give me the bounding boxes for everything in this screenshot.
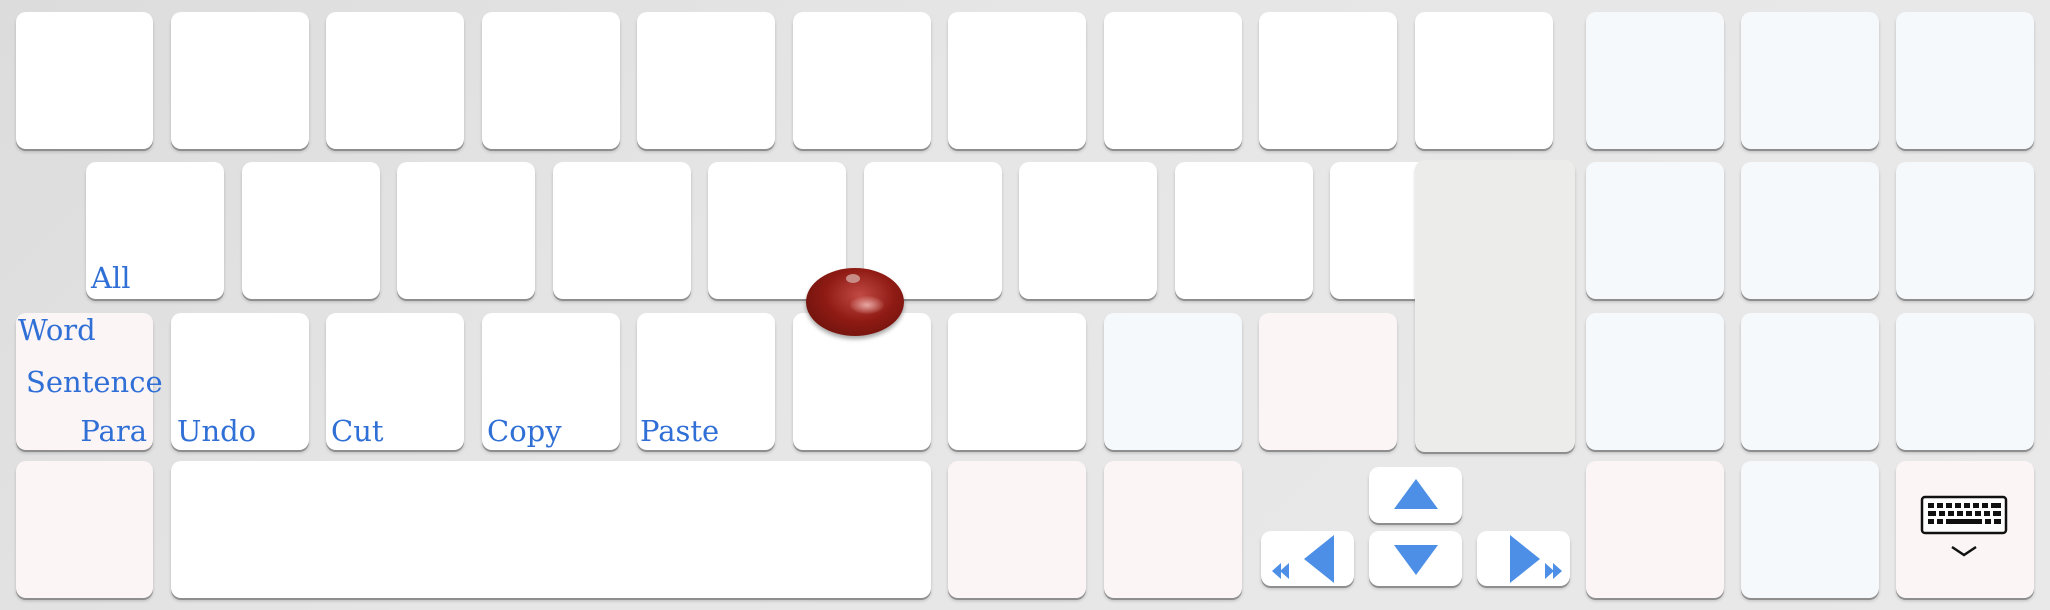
end-mini-icon-2 bbox=[1553, 563, 1562, 579]
key-r1-6[interactable] bbox=[793, 12, 931, 149]
cut-label: Cut bbox=[331, 414, 384, 448]
home-mini-icon-2 bbox=[1280, 563, 1289, 579]
key-r1-13[interactable] bbox=[1896, 12, 2034, 149]
key-r3-12[interactable] bbox=[1741, 313, 1879, 450]
key-r3-13[interactable] bbox=[1896, 313, 2034, 450]
enter-key[interactable] bbox=[1415, 160, 1575, 452]
space-bar[interactable] bbox=[171, 461, 931, 598]
paste-key[interactable]: Paste bbox=[637, 313, 775, 450]
arrow-down-key[interactable] bbox=[1369, 531, 1462, 586]
arrow-up-key[interactable] bbox=[1369, 467, 1462, 523]
key-r1-4[interactable] bbox=[482, 12, 620, 149]
hide-keyboard-key[interactable] bbox=[1896, 461, 2034, 598]
key-r1-8[interactable] bbox=[1104, 12, 1242, 149]
key-r3-7[interactable] bbox=[948, 313, 1086, 450]
key-r3-9[interactable] bbox=[1259, 313, 1397, 450]
arrow-left-icon bbox=[1304, 535, 1334, 583]
key-r1-3[interactable] bbox=[326, 12, 464, 149]
key-r2-11[interactable] bbox=[1586, 162, 1724, 299]
key-r3-11[interactable] bbox=[1586, 313, 1724, 450]
key-r4-3[interactable] bbox=[948, 461, 1086, 598]
key-r2-3[interactable] bbox=[397, 162, 535, 299]
paste-label: Paste bbox=[640, 414, 720, 448]
copy-label: Copy bbox=[487, 414, 562, 448]
arrow-down-icon bbox=[1394, 545, 1438, 575]
arrow-up-icon bbox=[1394, 479, 1438, 509]
select-all-label: All bbox=[91, 261, 131, 295]
pointer-ball bbox=[806, 268, 904, 336]
copy-key[interactable]: Copy bbox=[482, 313, 620, 450]
key-r4-4[interactable] bbox=[1104, 461, 1242, 598]
key-r1-10[interactable] bbox=[1415, 12, 1553, 149]
key-r1-2[interactable] bbox=[171, 12, 309, 149]
key-r2-13[interactable] bbox=[1896, 162, 2034, 299]
key-r2-7[interactable] bbox=[1019, 162, 1157, 299]
undo-key[interactable]: Undo bbox=[171, 313, 309, 450]
key-r2-12[interactable] bbox=[1741, 162, 1879, 299]
selection-unit-key[interactable]: Word Sentence Para bbox=[16, 313, 163, 450]
key-r3-8[interactable] bbox=[1104, 313, 1242, 450]
pointer-dot bbox=[846, 274, 860, 283]
arrow-left-key[interactable] bbox=[1261, 531, 1354, 586]
undo-label: Undo bbox=[177, 414, 257, 448]
key-r1-12[interactable] bbox=[1741, 12, 1879, 149]
arrow-right-key[interactable] bbox=[1477, 531, 1570, 586]
key-r4-11[interactable] bbox=[1586, 461, 1724, 598]
arrow-right-icon bbox=[1510, 535, 1540, 583]
key-r1-1[interactable] bbox=[16, 12, 153, 149]
key-r1-9[interactable] bbox=[1259, 12, 1397, 149]
sentence-label: Sentence bbox=[26, 365, 163, 399]
cut-key[interactable]: Cut bbox=[326, 313, 464, 450]
pointer-highlight bbox=[850, 296, 884, 314]
key-r4-12[interactable] bbox=[1741, 461, 1879, 598]
keyboard: All Word Sentence Para Undo Cut Copy Pas… bbox=[0, 0, 2050, 610]
key-r1-11[interactable] bbox=[1586, 12, 1724, 149]
key-r2-2[interactable] bbox=[242, 162, 380, 299]
para-label: Para bbox=[80, 414, 147, 448]
select-all-key[interactable]: All bbox=[86, 162, 224, 299]
key-r1-7[interactable] bbox=[948, 12, 1086, 149]
key-r1-5[interactable] bbox=[637, 12, 775, 149]
word-label: Word bbox=[18, 313, 96, 347]
key-r2-4[interactable] bbox=[553, 162, 691, 299]
key-r4-1[interactable] bbox=[16, 461, 153, 598]
key-r2-8[interactable] bbox=[1175, 162, 1313, 299]
keyboard-hide-icon bbox=[1920, 495, 2008, 557]
